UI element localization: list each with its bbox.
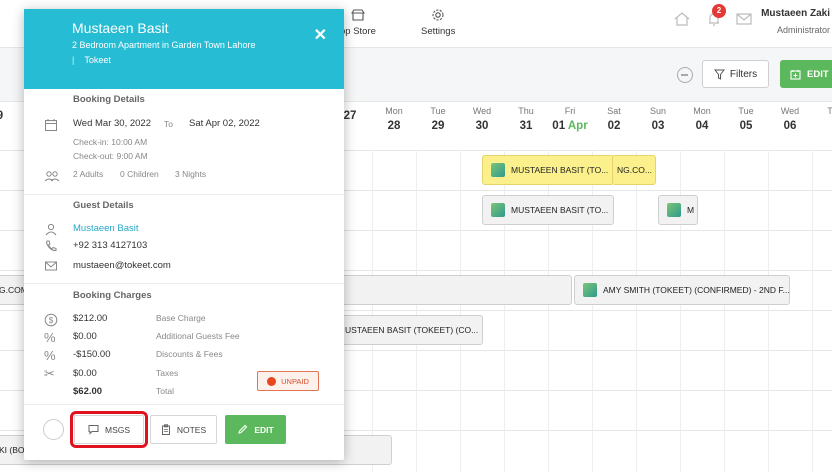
arrive-date: Wed Mar 30, 2022 xyxy=(73,118,151,129)
day-header: Mon 04 xyxy=(693,106,711,132)
close-icon[interactable]: ✕ xyxy=(314,25,327,45)
status-dot-icon xyxy=(267,376,277,386)
user-icon xyxy=(45,223,57,236)
booking-detail-popup: Mustaeen Basit 2 Bedroom Apartment in Ga… xyxy=(24,9,344,460)
pencil-icon xyxy=(238,424,248,434)
gear-icon xyxy=(432,9,444,21)
day-header: Sat 02 xyxy=(607,106,621,132)
charge-label: Base Charge xyxy=(156,313,206,323)
property-name: 2 Bedroom Apartment in Garden Town Lahor… xyxy=(72,40,256,50)
booking-charges-title: Booking Charges xyxy=(73,290,152,301)
charge-amount: $0.00 xyxy=(73,331,97,342)
channel-name: Tokeet xyxy=(72,55,111,65)
day-header: Wed 06 xyxy=(780,106,800,132)
msgs-label: MSGS xyxy=(104,424,131,435)
user-role: Administrator xyxy=(776,25,830,35)
scissors-icon: ✂ xyxy=(44,366,55,381)
edit-top-label: EDIT xyxy=(807,68,829,80)
to-label: To xyxy=(164,119,173,129)
booking-details-title: Booking Details xyxy=(73,94,145,105)
total-amount: $62.00 xyxy=(73,386,103,397)
filters-label: Filters xyxy=(729,68,758,80)
charge-amount: -$150.00 xyxy=(73,349,111,360)
total-label: Total xyxy=(156,386,174,396)
booking-bar[interactable]: AMY SMITH (TOKEET) (CONFIRMED) - 2ND F..… xyxy=(574,275,790,305)
booking-thumbnail xyxy=(491,203,505,217)
depart-date: Sat Apr 02, 2022 xyxy=(189,118,260,129)
percent-icon: % xyxy=(44,330,56,345)
booking-thumbnail xyxy=(491,163,505,177)
day-header: T xyxy=(827,106,832,116)
dollar-icon: $ xyxy=(44,313,58,327)
checkout-time: Check-out: 9:00 AM xyxy=(73,151,148,161)
nav-item-label: pp Store xyxy=(340,26,376,37)
calendar-plus-icon xyxy=(790,69,801,80)
day-header: Tue 05 xyxy=(738,106,754,132)
svg-text:$: $ xyxy=(49,316,54,325)
checkin-time: Check-in: 10:00 AM xyxy=(73,137,148,147)
home-alert-icon[interactable] xyxy=(673,10,691,28)
booking-bar[interactable]: MUSTAEEN BASIT (TO... xyxy=(482,155,614,185)
notes-button[interactable]: NOTES xyxy=(150,415,217,444)
booking-bar[interactable]: NG.CO... xyxy=(612,155,656,185)
guest-profile-link[interactable]: Mustaeen Basit xyxy=(73,223,138,234)
divider xyxy=(24,404,344,405)
payment-status-label: UNPAID xyxy=(281,376,309,386)
percent-icon: % xyxy=(44,348,56,363)
clipboard-icon xyxy=(161,424,170,435)
charge-amount: $212.00 xyxy=(73,313,108,324)
nights-count: 3 Nights xyxy=(175,169,207,179)
notes-label: NOTES xyxy=(176,424,207,435)
charge-label: Taxes xyxy=(156,368,179,378)
day-header: Wed 30 xyxy=(472,106,492,132)
notification-badge: 2 xyxy=(712,4,726,18)
day-header: Fri 01 Apr xyxy=(552,106,588,132)
filter-icon xyxy=(713,69,725,80)
charge-label: Additional Guests Fee xyxy=(156,331,240,341)
booking-bar[interactable]: USTAEEN BASIT (TOKEET) (CO... xyxy=(330,315,483,345)
message-icon xyxy=(88,425,99,435)
booking-bar[interactable]: M xyxy=(658,195,698,225)
store-icon xyxy=(350,9,365,21)
envelope-icon xyxy=(45,261,57,271)
charge-label: Discounts & Fees xyxy=(156,349,223,359)
user-menu[interactable]: Mustaeen Zaki Administrator xyxy=(761,8,832,35)
booking-thumbnail xyxy=(667,203,681,217)
divider xyxy=(24,283,344,284)
mail-icon[interactable] xyxy=(735,10,753,28)
guest-email: mustaeen@tokeet.com xyxy=(73,260,171,271)
nav-item-app-store[interactable]: pp Store xyxy=(340,8,376,37)
filters-button[interactable]: Filters xyxy=(702,60,769,88)
day-header: 9 xyxy=(0,106,22,122)
guest-name-title: Mustaeen Basit xyxy=(72,20,169,36)
adults-count: 2 Adults xyxy=(73,169,104,179)
divider xyxy=(24,194,344,195)
collapse-icon[interactable] xyxy=(677,67,693,83)
nav-item-label: Settings xyxy=(421,26,456,37)
booking-thumbnail xyxy=(583,283,597,297)
avatar[interactable] xyxy=(43,419,64,440)
payment-status-badge: UNPAID xyxy=(257,371,319,391)
msgs-button[interactable]: MSGS xyxy=(70,411,148,448)
children-count: 0 Children xyxy=(120,169,159,179)
day-header: Mon 28 xyxy=(385,106,403,132)
guest-details-title: Guest Details xyxy=(73,200,134,211)
phone-icon xyxy=(45,240,57,252)
user-name: Mustaeen Zaki xyxy=(761,8,830,19)
calendar-icon xyxy=(45,119,57,131)
nav-item-settings[interactable]: Settings xyxy=(421,8,455,37)
guests-icon xyxy=(44,171,60,182)
charge-amount: $0.00 xyxy=(73,368,97,379)
booking-bar[interactable]: MUSTAEEN BASIT (TO... xyxy=(482,195,614,225)
day-header: Sun 03 xyxy=(649,106,666,132)
day-header: Thu 31 xyxy=(518,106,534,132)
popup-header: Mustaeen Basit 2 Bedroom Apartment in Ga… xyxy=(24,9,344,89)
edit-booking-button[interactable]: EDIT xyxy=(225,415,286,444)
day-header: Tue 29 xyxy=(430,106,446,132)
edit-top-button[interactable]: EDIT xyxy=(780,60,832,88)
edit-booking-label: EDIT xyxy=(254,424,274,435)
guest-phone: +92 313 4127103 xyxy=(73,240,148,251)
